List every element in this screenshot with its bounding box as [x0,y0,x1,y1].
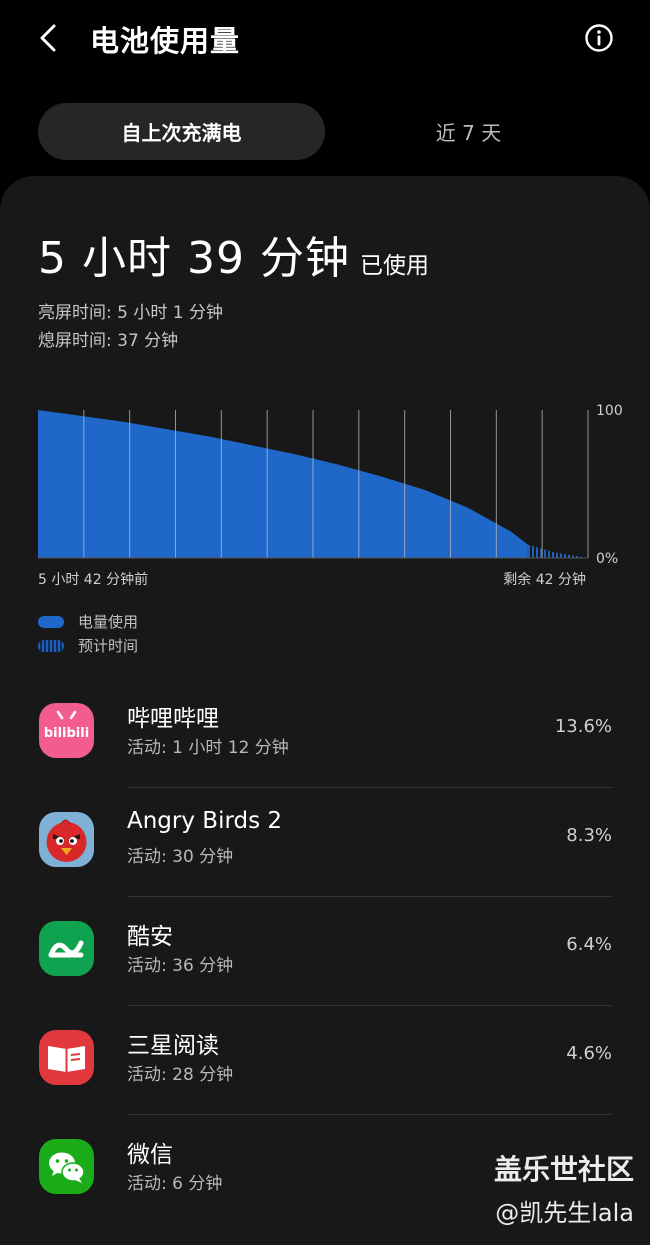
app-row-samsung-reader[interactable]: 三星阅读 活动: 28 分钟 4.6% [0,1006,650,1115]
app-name: 微信 [127,1142,173,1168]
battery-predicted-area [527,544,588,558]
period-tabs: 自上次充满电 近 7 天 [38,103,612,160]
wechat-icon [39,1139,94,1194]
app-activity: 活动: 28 分钟 [127,1065,234,1085]
chart-start-label: 5 小时 42 分钟前 [38,572,149,588]
app-name: Angry Birds 2 [127,808,283,834]
watermark-author: @凯先生lala [495,1199,634,1227]
bilibili-icon: bilibili [39,703,94,758]
app-name: 酷安 [127,924,173,950]
y-tick-label: 0% [596,551,618,567]
legend-label: 电量使用 [78,613,139,631]
tab-since-full-charge[interactable]: 自上次充满电 [38,103,325,160]
total-usage-suffix: 已使用 [359,253,429,279]
app-row-angry-birds[interactable]: Angry Birds 2 活动: 30 分钟 8.3% [0,788,650,897]
total-usage: 5 小时 39 分钟 已使用 [38,222,429,286]
app-activity: 活动: 36 分钟 [127,956,234,976]
app-row-coolapk[interactable]: 酷安 活动: 36 分钟 6.4% [0,897,650,1006]
tab-last-7-days[interactable]: 近 7 天 [325,103,612,160]
app-activity: 活动: 6 分钟 [127,1174,223,1194]
coolapk-icon [39,921,94,976]
screen-off-time: 熄屏时间: 37 分钟 [38,331,179,351]
chart-end-label: 剩余 42 分钟 [503,572,586,588]
screen-on-time: 亮屏时间: 5 小时 1 分钟 [38,303,223,323]
info-icon[interactable] [584,23,614,53]
battery-chart: 100 0% [0,395,650,595]
back-arrow-icon[interactable] [32,18,68,58]
legend-predicted: 预计时间 [38,635,138,656]
app-activity: 活动: 30 分钟 [127,847,234,867]
samsung-reader-icon [39,1030,94,1085]
watermark-community: 盖乐世社区 [493,1153,634,1186]
app-activity: 活动: 1 小时 12 分钟 [127,738,289,758]
y-tick-label: 100 [596,403,623,419]
app-percent: 13.6% [554,716,612,737]
header: 电池使用量 [0,0,650,80]
page-title: 电池使用量 [90,24,241,58]
app-percent: 6.4% [566,934,612,955]
app-percent: 4.6% [566,1043,612,1064]
battery-used-area [38,410,528,558]
total-usage-time: 5 小时 39 分钟 [38,233,350,284]
legend-dashed-swatch [38,639,64,652]
app-name: 哔哩哔哩 [127,706,219,732]
app-percent: 8.3% [566,825,612,846]
battery-chart-svg: 100 0% [38,403,623,567]
svg-text:bilibili: bilibili [44,726,89,741]
legend-solid-swatch [38,615,64,628]
app-name: 三星阅读 [127,1033,219,1059]
app-row-bilibili[interactable]: bilibili 哔哩哔哩 活动: 1 小时 12 分钟 13.6% [0,679,650,788]
angry-birds-icon [39,812,94,867]
legend-label: 预计时间 [78,637,139,655]
legend-battery-used: 电量使用 [38,611,138,632]
